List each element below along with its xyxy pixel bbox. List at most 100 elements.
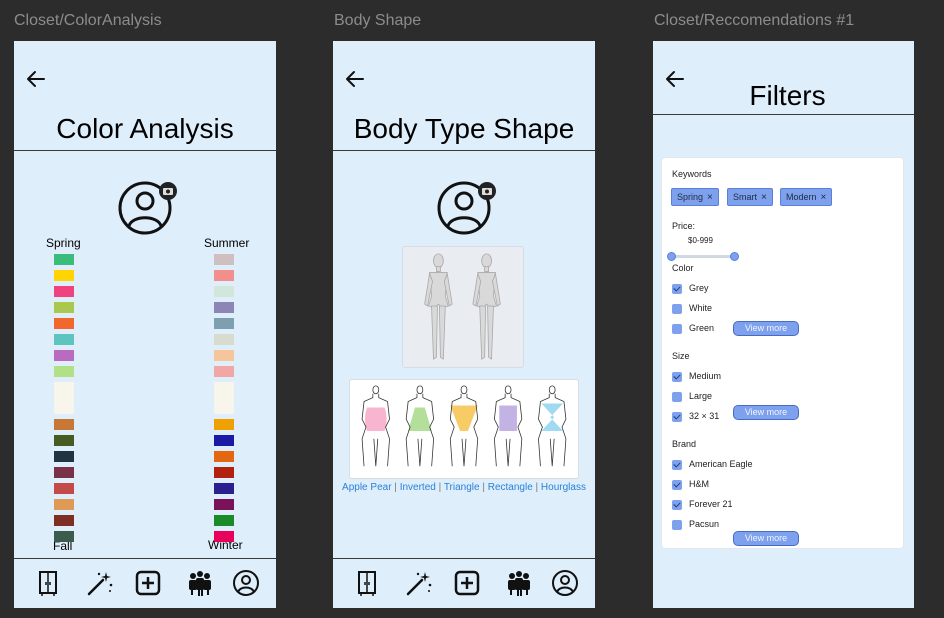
checkbox[interactable]	[672, 392, 682, 402]
body-shapes-chart	[349, 379, 579, 479]
color-swatch[interactable]	[54, 270, 74, 281]
checkbox[interactable]	[672, 520, 682, 530]
mannequin-figures	[424, 253, 501, 360]
add-icon[interactable]	[453, 569, 481, 597]
size-view-more-button[interactable]: View more	[733, 405, 799, 420]
checkbox[interactable]	[672, 324, 682, 334]
shape-option-inverted[interactable]: Inverted	[400, 482, 436, 493]
color-swatch[interactable]	[214, 483, 234, 494]
color-swatch[interactable]	[54, 531, 74, 542]
shape-option-hourglass[interactable]: Hourglass	[541, 482, 586, 493]
price-slider-track[interactable]	[672, 255, 736, 258]
option-label: Pacsun	[689, 519, 720, 529]
magic-wand-icon[interactable]	[86, 569, 114, 597]
chip-remove-icon[interactable]: ×	[761, 192, 767, 203]
color-swatch[interactable]	[54, 419, 74, 430]
keyword-chip-spring[interactable]: Spring ×	[671, 188, 719, 206]
back-arrow-icon[interactable]	[343, 67, 367, 91]
keyword-chip-modern[interactable]: Modern ×	[780, 188, 833, 206]
bottom-nav	[333, 558, 595, 608]
color-swatch[interactable]	[54, 467, 74, 478]
color-swatch[interactable]	[54, 254, 74, 265]
color-swatch[interactable]	[214, 531, 234, 542]
checkbox[interactable]	[672, 460, 682, 470]
profile-photo-icon[interactable]	[437, 175, 497, 235]
summer-winter-palette	[214, 254, 234, 542]
bottom-nav	[14, 558, 276, 608]
color-swatch[interactable]	[54, 334, 74, 345]
checkbox[interactable]	[672, 304, 682, 314]
community-icon[interactable]	[505, 569, 533, 597]
chip-remove-icon[interactable]: ×	[707, 192, 713, 203]
color-swatch[interactable]	[54, 499, 74, 510]
color-swatch[interactable]	[214, 270, 234, 281]
color-label: Color	[672, 263, 694, 273]
color-swatch[interactable]	[214, 366, 234, 377]
checkbox[interactable]	[672, 480, 682, 490]
closet-icon[interactable]	[34, 569, 62, 597]
brand-view-more-button[interactable]: View more	[733, 531, 799, 546]
add-icon[interactable]	[134, 569, 162, 597]
color-swatch[interactable]	[214, 334, 234, 345]
magic-wand-icon[interactable]	[405, 569, 433, 597]
price-range-value: $0-999	[688, 236, 713, 245]
shape-option-rectangle[interactable]: Rectangle	[488, 482, 533, 493]
color-swatch[interactable]	[54, 435, 74, 446]
page-title: Filters	[749, 80, 826, 111]
color-swatch[interactable]	[214, 302, 234, 313]
checkbox[interactable]	[672, 412, 682, 422]
closet-icon[interactable]	[353, 569, 381, 597]
color-swatch[interactable]	[214, 467, 234, 478]
checkbox[interactable]	[672, 500, 682, 510]
checkbox[interactable]	[672, 372, 682, 382]
filter-panel: Keywords Spring × Smart × Modern × Price: $…	[661, 157, 904, 549]
frame-label-color-analysis: Closet/ColorAnalysis	[14, 12, 162, 29]
keywords-label: Keywords	[672, 169, 712, 179]
color-swatch[interactable]	[214, 254, 234, 265]
spring-fall-palette	[54, 254, 74, 542]
shape-option-apple[interactable]: Apple	[342, 482, 368, 493]
color-swatch[interactable]	[214, 382, 234, 414]
title-divider	[653, 114, 914, 115]
checkbox[interactable]	[672, 284, 682, 294]
body-shape-figure	[449, 385, 479, 467]
color-swatch[interactable]	[214, 515, 234, 526]
body-shape-figure	[493, 385, 523, 467]
color-swatch[interactable]	[214, 499, 234, 510]
color-swatch[interactable]	[54, 515, 74, 526]
option-label: Large	[689, 391, 713, 401]
color-swatch[interactable]	[214, 435, 234, 446]
color-swatch[interactable]	[54, 302, 74, 313]
color-view-more-button[interactable]: View more	[733, 321, 799, 336]
community-icon[interactable]	[186, 569, 214, 597]
color-swatch[interactable]	[54, 286, 74, 297]
price-slider-min-handle[interactable]	[667, 252, 676, 261]
color-swatch[interactable]	[54, 318, 74, 329]
color-swatch[interactable]	[214, 318, 234, 329]
color-swatch[interactable]	[214, 451, 234, 462]
shape-option-triangle[interactable]: Triangle	[444, 482, 480, 493]
body-shape-labels: Apple Pear | Inverted | Triangle | Recta…	[333, 482, 595, 493]
price-slider-max-handle[interactable]	[730, 252, 739, 261]
color-swatch[interactable]	[54, 451, 74, 462]
color-swatch[interactable]	[54, 382, 74, 414]
color-swatch[interactable]	[54, 483, 74, 494]
size-label: Size	[672, 351, 690, 361]
option-label: American Eagle	[689, 459, 753, 469]
color-swatch[interactable]	[54, 350, 74, 361]
color-analysis-screen: Color Analysis Spring Summer Fall Winter	[14, 41, 276, 608]
profile-icon[interactable]	[232, 569, 260, 597]
color-swatch[interactable]	[54, 366, 74, 377]
shape-option-pear[interactable]: Pear	[370, 482, 391, 493]
body-shape-figure	[538, 385, 567, 467]
option-label: 32 × 31	[689, 411, 720, 421]
keyword-chip-smart[interactable]: Smart ×	[727, 188, 773, 206]
color-swatch[interactable]	[214, 350, 234, 361]
profile-icon[interactable]	[551, 569, 579, 597]
profile-photo-icon[interactable]	[118, 175, 178, 235]
color-swatch[interactable]	[214, 286, 234, 297]
option-label: H&M	[689, 479, 709, 489]
chip-remove-icon[interactable]: ×	[821, 192, 827, 203]
back-arrow-icon[interactable]	[24, 67, 48, 91]
color-swatch[interactable]	[214, 419, 234, 430]
